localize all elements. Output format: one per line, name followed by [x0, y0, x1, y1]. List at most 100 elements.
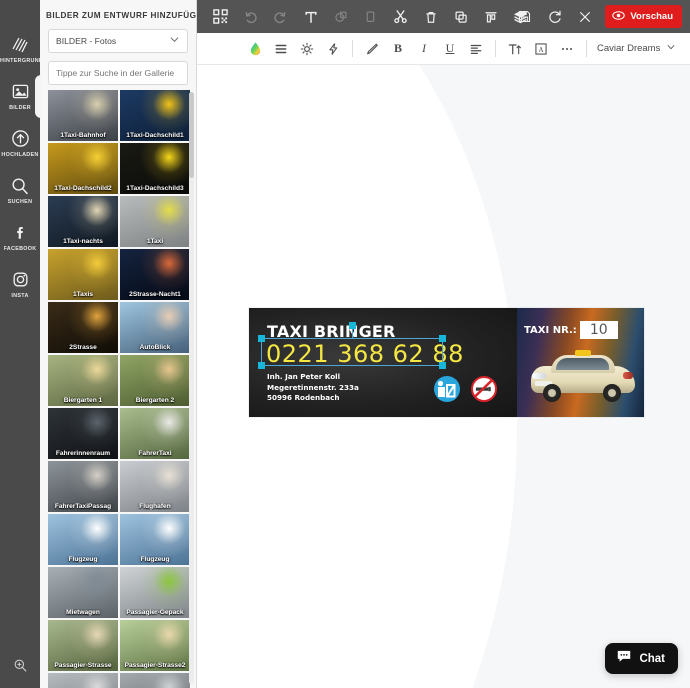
gallery-thumbnail[interactable]: 1Taxi — [120, 196, 190, 247]
sidebar-item-suchen[interactable]: SUCHEN — [0, 167, 40, 214]
more-button[interactable] — [554, 36, 580, 62]
gallery-thumbnail[interactable]: Passagier-Strasse — [48, 620, 118, 671]
card-address-line: Inh. Jan Peter Koll — [267, 372, 341, 381]
card-address-line: 50996 Rodenbach — [267, 393, 340, 403]
gallery-thumbnail[interactable]: Flugzeug — [120, 514, 190, 565]
toolbar-right-group: Vorschau — [511, 0, 682, 33]
sidebar-item-label: SUCHEN — [7, 198, 33, 205]
card-company-title[interactable]: TAXI BRINGER — [267, 322, 396, 341]
italic-button[interactable]: I — [411, 36, 437, 62]
gallery-thumbnail[interactable]: 1Taxi-Dachschild1 — [120, 90, 190, 141]
refresh-button[interactable] — [541, 4, 568, 30]
gallery-thumbnail[interactable]: FahrerTaxi — [120, 408, 190, 459]
thumbnail-caption: AutoBlick — [139, 344, 171, 351]
gallery-thumbnail[interactable]: 2Strasse — [48, 302, 118, 353]
thumbnail-grid: 1Taxi-Bahnhof 1Taxi-Dachschild1 1Taxi-Dach… — [48, 90, 192, 688]
clipboard-button[interactable] — [357, 4, 384, 30]
thumbnail-image — [120, 673, 190, 688]
effects-button[interactable] — [320, 36, 346, 62]
trash-button[interactable] — [417, 4, 444, 30]
taxi-number-group[interactable]: TAXI NR.: 10 — [524, 321, 618, 339]
gallery-thumbnail[interactable]: Passagier-Gepack — [120, 567, 190, 618]
color-drop-icon — [248, 41, 263, 56]
gallery-thumbnail[interactable]: 1Taxi-Bahnhof — [48, 90, 118, 141]
sidebar-item-bilder[interactable]: BILDER — [0, 73, 41, 120]
color-drop-button[interactable] — [242, 36, 268, 62]
card-right-panel: TAXI NR.: 10 — [517, 308, 644, 417]
gallery-thumbnail[interactable]: AutoBlick — [120, 302, 190, 353]
text-button[interactable] — [297, 4, 324, 30]
gallery-thumbnail[interactable]: Mietwagen — [48, 567, 118, 618]
sidebar-item-facebook[interactable]: FACEBOOK — [0, 214, 40, 261]
text-box-button[interactable]: A — [528, 36, 554, 62]
align-left-button[interactable] — [463, 36, 489, 62]
cut-button[interactable] — [387, 4, 414, 30]
editor-area: Vorschau B I U A Caviar Dreams TAXI BRINGER … — [197, 0, 690, 688]
stroller-allowed-icon[interactable] — [434, 376, 460, 402]
design-canvas[interactable]: TAXI BRINGER 0221 368 62 88 Inh. Jan Pet… — [197, 65, 690, 688]
instagram-icon — [10, 270, 30, 290]
gallery-thumbnail[interactable]: Fahrerinnenraum — [48, 408, 118, 459]
editor-toolbar-top: Vorschau — [197, 0, 690, 33]
gallery-thumbnail[interactable]: Flughafen — [120, 461, 190, 512]
pen-button[interactable] — [359, 36, 385, 62]
text-size-button[interactable] — [502, 36, 528, 62]
sidebar-item-hochladen[interactable]: HOCHLADEN — [0, 120, 40, 167]
no-smoking-icon[interactable] — [471, 376, 497, 402]
save-button[interactable] — [511, 4, 538, 30]
gallery-thumbnail[interactable] — [48, 673, 118, 688]
underline-button[interactable]: U — [437, 36, 463, 62]
card-address-block[interactable]: Inh. Jan Peter Koll Megeretinnenstr. 233… — [267, 372, 359, 404]
thumbnail-caption: 2Strasse — [69, 344, 97, 351]
copy-button[interactable] — [447, 4, 474, 30]
pen-icon — [365, 42, 379, 56]
gallery-thumbnail[interactable]: FahrerTaxiPassag — [48, 461, 118, 512]
panel-scrollbar-thumb[interactable] — [189, 92, 194, 178]
align-top-button[interactable] — [477, 4, 504, 30]
eye-icon — [612, 9, 626, 25]
text-box-icon: A — [534, 42, 548, 56]
page-title: BILDER ZUM ENTWURF HINZUFÜGEN — [46, 11, 197, 20]
undo-button[interactable] — [237, 4, 264, 30]
taxi-number-value[interactable]: 10 — [579, 321, 618, 339]
gallery-thumbnail[interactable]: Biergarten 2 — [120, 355, 190, 406]
gallery-thumbnail[interactable] — [120, 673, 190, 688]
undo-icon — [243, 9, 258, 24]
shape-button[interactable] — [327, 4, 354, 30]
gallery-thumbnail[interactable]: 1Taxi-Dachschild3 — [120, 143, 190, 194]
card-phone-number[interactable]: 0221 368 62 88 — [266, 340, 464, 368]
redo-button[interactable] — [267, 4, 294, 30]
panel-scrollbar[interactable] — [189, 92, 194, 684]
app-root: HINTERGRUND BILDER HOCHLADEN SUCHEN FACE — [0, 0, 690, 688]
preview-button[interactable]: Vorschau — [605, 5, 682, 28]
gallery-thumbnail[interactable]: Flugzeug — [48, 514, 118, 565]
close-button[interactable] — [571, 4, 598, 30]
brightness-button[interactable] — [294, 36, 320, 62]
editor-toolbar-format: B I U A Caviar Dreams — [197, 33, 690, 65]
gallery-thumbnail[interactable]: 1Taxi-nachts — [48, 196, 118, 247]
thumbnail-caption: 1Taxi — [146, 238, 164, 245]
redo-icon — [273, 9, 288, 24]
gallery-thumbnail[interactable]: 1Taxis — [48, 249, 118, 300]
sidebar-item-insta[interactable]: INSTA — [0, 261, 40, 308]
gallery-thumbnail[interactable]: 2Strasse-Nacht1 — [120, 249, 190, 300]
thumbnail-caption: Biergarten 2 — [135, 397, 175, 404]
sidebar-item-label: HOCHLADEN — [1, 151, 39, 158]
more-icon — [560, 42, 574, 56]
sidebar-item-hintergrund[interactable]: HINTERGRUND — [0, 26, 40, 73]
font-family-select[interactable]: Caviar Dreams — [597, 42, 676, 55]
lines-button[interactable] — [268, 36, 294, 62]
gallery-search-field[interactable] — [48, 61, 188, 85]
business-card-design[interactable]: TAXI BRINGER 0221 368 62 88 Inh. Jan Pet… — [249, 308, 644, 417]
gallery-thumbnail[interactable]: Biergarten 1 — [48, 355, 118, 406]
category-select[interactable]: BILDER - Fotos — [48, 29, 188, 53]
gallery-thumbnail[interactable]: Passagier-Strasse2 — [120, 620, 190, 671]
zoom-in-button[interactable] — [0, 648, 40, 682]
search-input[interactable] — [56, 68, 180, 78]
gallery-thumbnail[interactable]: 1Taxi-Dachschild2 — [48, 143, 118, 194]
thumbnail-caption: Mietwagen — [66, 609, 100, 616]
chat-widget-button[interactable]: Chat — [605, 643, 678, 674]
bold-button[interactable]: B — [385, 36, 411, 62]
toolbar-divider — [586, 40, 587, 57]
qr-button[interactable] — [207, 4, 234, 30]
